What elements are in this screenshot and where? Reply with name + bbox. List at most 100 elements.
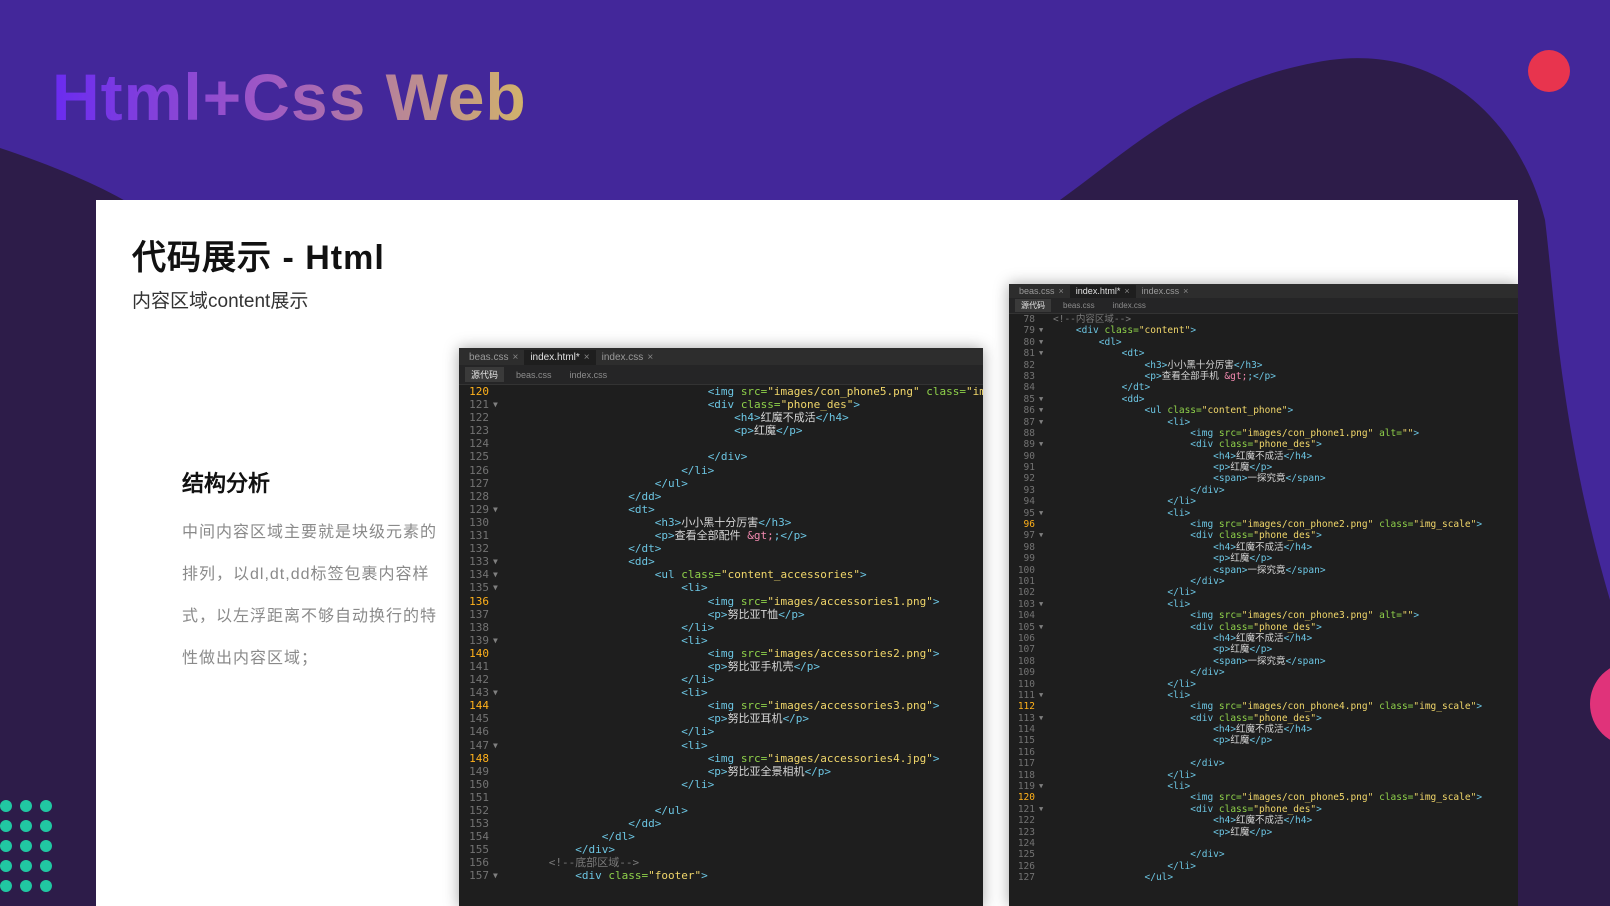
code-text: <p>红魔</p> bbox=[1053, 735, 1272, 746]
fold-gutter bbox=[489, 450, 509, 463]
fold-arrow-icon[interactable]: ▼ bbox=[1035, 394, 1053, 405]
code-text: </li> bbox=[1053, 587, 1196, 598]
dot bbox=[0, 840, 12, 852]
tab-index-css[interactable]: index.css × bbox=[596, 350, 660, 365]
fold-arrow-icon[interactable]: ▼ bbox=[1035, 804, 1053, 815]
close-icon[interactable]: × bbox=[1183, 286, 1188, 296]
code-token: "img_scale" bbox=[1413, 792, 1477, 804]
code-token: <ul bbox=[1144, 405, 1168, 417]
fold-arrow-icon[interactable]: ▼ bbox=[489, 634, 509, 647]
fold-arrow-icon[interactable]: ▼ bbox=[489, 686, 509, 699]
fold-arrow-icon[interactable]: ▼ bbox=[1035, 348, 1053, 359]
code-token: 努比亚全景相机 bbox=[727, 764, 805, 778]
line-number: 84 bbox=[1023, 382, 1035, 394]
tab-beas-css[interactable]: beas.css × bbox=[463, 350, 524, 365]
close-icon[interactable]: × bbox=[512, 352, 518, 363]
code-token: "content" bbox=[1138, 325, 1191, 337]
code-line: 88 <img src="images/con_phone1.png" alt=… bbox=[1009, 428, 1518, 439]
code-line: 100 <span>一探究竟</span> bbox=[1009, 565, 1518, 576]
tab-index-css[interactable]: index.css × bbox=[1136, 285, 1195, 298]
code-token: src= bbox=[1218, 610, 1242, 622]
code-text: </div> bbox=[1053, 849, 1224, 860]
fold-gutter bbox=[489, 752, 509, 765]
code-token: 查看全部配件 bbox=[674, 529, 748, 543]
code-token: > bbox=[1190, 325, 1197, 337]
fold-gutter bbox=[1035, 360, 1053, 371]
close-icon[interactable]: × bbox=[584, 352, 590, 363]
dot bbox=[20, 820, 32, 832]
fold-arrow-icon[interactable]: ▼ bbox=[1035, 508, 1053, 519]
close-icon[interactable]: × bbox=[1124, 286, 1129, 296]
tab-label: beas.css bbox=[1019, 286, 1055, 296]
code-token: > bbox=[1476, 519, 1483, 531]
code-token: </li> bbox=[681, 673, 715, 687]
subtab-index-css[interactable]: index.css bbox=[564, 369, 614, 381]
line-number: 95 bbox=[1023, 507, 1035, 519]
code-text: </ul> bbox=[509, 804, 688, 817]
fold-gutter bbox=[489, 765, 509, 778]
fold-arrow-icon[interactable]: ▼ bbox=[489, 869, 509, 882]
line-number: 81 bbox=[1023, 348, 1035, 360]
code-text: <ul class="content_phone"> bbox=[1053, 405, 1294, 417]
code-text: <li> bbox=[1053, 599, 1190, 610]
editor-tab-bar: beas.css × index.html* × index.css × bbox=[459, 348, 983, 365]
fold-arrow-icon[interactable]: ▼ bbox=[1035, 325, 1053, 336]
fold-gutter bbox=[489, 385, 509, 398]
fold-gutter bbox=[489, 424, 509, 437]
subtab-source-code[interactable]: 源代码 bbox=[465, 367, 505, 382]
fold-gutter bbox=[489, 542, 509, 555]
code-text: </li> bbox=[509, 725, 714, 738]
fold-gutter bbox=[1035, 587, 1053, 598]
code-text: <p>努比亚T恤</p> bbox=[509, 608, 805, 621]
code-text: </dt> bbox=[1053, 382, 1151, 393]
code-text: <h4>红魔不成活</h4> bbox=[1053, 724, 1312, 735]
subtab-index-css[interactable]: index.css bbox=[1107, 300, 1152, 311]
code-token: <dt> bbox=[628, 502, 655, 516]
fold-arrow-icon[interactable]: ▼ bbox=[1035, 405, 1053, 416]
fold-arrow-icon[interactable]: ▼ bbox=[1035, 690, 1053, 701]
code-line: 145 <p>努比亚耳机</p> bbox=[459, 712, 983, 725]
subtab-beas-css[interactable]: beas.css bbox=[1057, 300, 1101, 311]
code-token: </li> bbox=[1167, 678, 1196, 690]
code-area[interactable]: 120 <img src="images/con_phone5.png" cla… bbox=[459, 385, 983, 883]
fold-arrow-icon[interactable]: ▼ bbox=[489, 398, 509, 411]
line-number: 139 bbox=[469, 633, 489, 647]
code-token: 红魔不成活 bbox=[1236, 450, 1284, 462]
fold-arrow-icon[interactable]: ▼ bbox=[1035, 622, 1053, 633]
line-number: 134 bbox=[469, 568, 489, 582]
fold-arrow-icon[interactable]: ▼ bbox=[1035, 713, 1053, 724]
code-line: 125 </div> bbox=[1009, 849, 1518, 860]
subtab-beas-css[interactable]: beas.css bbox=[510, 369, 558, 381]
code-text: <dd> bbox=[1053, 394, 1145, 405]
fold-arrow-icon[interactable]: ▼ bbox=[489, 739, 509, 752]
code-token: </div> bbox=[575, 843, 615, 857]
fold-arrow-icon[interactable]: ▼ bbox=[1035, 337, 1053, 348]
code-line: 153 </dd> bbox=[459, 817, 983, 830]
close-icon[interactable]: × bbox=[1059, 286, 1064, 296]
tab-index-html[interactable]: index.html* × bbox=[524, 350, 596, 365]
fold-arrow-icon[interactable]: ▼ bbox=[1035, 417, 1053, 428]
line-number: 122 bbox=[1017, 815, 1035, 827]
code-token: src= bbox=[740, 646, 768, 660]
fold-arrow-icon[interactable]: ▼ bbox=[1035, 439, 1053, 450]
fold-arrow-icon[interactable]: ▼ bbox=[1035, 530, 1053, 541]
fold-arrow-icon[interactable]: ▼ bbox=[489, 568, 509, 581]
subtab-source-code[interactable]: 源代码 bbox=[1015, 299, 1051, 312]
fold-arrow-icon[interactable]: ▼ bbox=[489, 503, 509, 516]
fold-arrow-icon[interactable]: ▼ bbox=[489, 555, 509, 568]
fold-arrow-icon[interactable]: ▼ bbox=[1035, 781, 1053, 792]
tab-beas-css[interactable]: beas.css × bbox=[1013, 285, 1070, 298]
fold-arrow-icon[interactable]: ▼ bbox=[1035, 599, 1053, 610]
close-icon[interactable]: × bbox=[647, 352, 653, 363]
code-area[interactable]: 78 <!--内容区域--> 79 ▼ <div class="content"> 80… bbox=[1009, 314, 1518, 884]
tab-index-html[interactable]: index.html* × bbox=[1069, 285, 1136, 298]
line-number: 144 bbox=[469, 699, 489, 713]
code-text: <h4>红魔不成活</h4> bbox=[1053, 542, 1312, 553]
code-line: 85 ▼ <dd> bbox=[1009, 394, 1518, 405]
fold-arrow-icon[interactable]: ▼ bbox=[489, 581, 509, 594]
code-line: 154 </dl> bbox=[459, 830, 983, 843]
